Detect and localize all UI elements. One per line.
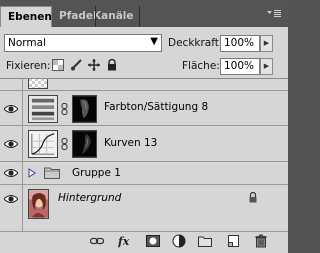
lock-all-icon[interactable] xyxy=(106,59,118,71)
opacity-slider-button[interactable]: ▶ xyxy=(260,35,273,52)
eye-icon[interactable] xyxy=(4,194,18,204)
fill-label: Fläche: xyxy=(182,60,220,72)
visibility-cell[interactable] xyxy=(0,162,23,184)
fill-input[interactable]: 100% xyxy=(220,58,260,75)
lock-pixels-brush-icon[interactable] xyxy=(70,59,82,71)
visibility-cell[interactable] xyxy=(0,126,23,161)
layer-style-fx-icon[interactable]: fx xyxy=(118,234,132,248)
blend-mode-value: Normal xyxy=(8,37,46,49)
layer-name[interactable]: Farbton/Sättigung 8 xyxy=(104,101,208,113)
folder-icon xyxy=(44,167,60,179)
blend-mode-select[interactable]: Normal ▼ xyxy=(4,34,162,52)
layer-mask-thumbnail[interactable] xyxy=(72,95,97,123)
visibility-cell[interactable] xyxy=(0,79,23,90)
svg-text:fx: fx xyxy=(118,235,130,248)
link-layers-icon[interactable] xyxy=(90,234,104,248)
expand-triangle-icon[interactable] xyxy=(28,168,36,178)
opacity-input[interactable]: 100% xyxy=(220,35,260,52)
layer-name[interactable]: Kurven 13 xyxy=(104,137,157,149)
layers-panel: Kanäle Pfade Ebenen Normal ▼ Deckkraft: … xyxy=(0,0,288,253)
visibility-cell[interactable] xyxy=(0,91,23,125)
lock-icon xyxy=(249,192,257,203)
chain-link-icon[interactable] xyxy=(61,138,68,150)
add-mask-icon[interactable] xyxy=(146,234,160,248)
delete-layer-trash-icon[interactable] xyxy=(254,234,268,248)
layer-name[interactable]: Gruppe 1 xyxy=(72,167,121,179)
panel-menu-button[interactable] xyxy=(266,8,282,22)
layer-row-curves[interactable]: Kurven 13 xyxy=(0,126,288,162)
lock-transparency-icon[interactable] xyxy=(52,59,64,71)
layer-name[interactable]: Hintergrund xyxy=(58,192,121,204)
new-group-folder-icon[interactable] xyxy=(198,234,212,248)
panel-bottom-bar xyxy=(0,231,288,253)
chevron-down-icon: ▼ xyxy=(150,36,158,47)
panel-tab-bar: Kanäle Pfade Ebenen xyxy=(0,0,288,27)
opacity-label: Deckkraft: xyxy=(168,37,223,49)
photo-thumbnail xyxy=(28,189,49,219)
chain-link-icon[interactable] xyxy=(61,103,68,115)
layer-row-partial[interactable] xyxy=(0,79,288,91)
layer-mask-thumbnail[interactable] xyxy=(72,130,97,158)
eye-icon[interactable] xyxy=(4,168,18,178)
new-layer-icon[interactable] xyxy=(226,234,240,248)
tab-paths[interactable]: Pfade xyxy=(52,6,96,27)
visibility-cell[interactable] xyxy=(0,185,23,232)
lock-label: Fixieren: xyxy=(6,60,51,72)
layer-row-background[interactable]: Hintergrund xyxy=(0,185,288,232)
adjustment-layer-icon[interactable] xyxy=(172,234,186,248)
eye-icon[interactable] xyxy=(4,104,18,114)
eye-icon[interactable] xyxy=(4,139,18,149)
adjustment-thumbnail-hue-saturation xyxy=(28,95,58,123)
adjustment-thumbnail-curves xyxy=(28,130,58,158)
layer-thumbnail xyxy=(28,79,48,89)
panel-menu-icon xyxy=(267,10,281,17)
lock-position-move-icon[interactable] xyxy=(88,59,100,71)
layer-row-group[interactable]: Gruppe 1 xyxy=(0,162,288,185)
tab-layers[interactable]: Ebenen xyxy=(0,6,52,27)
layers-list: Farbton/Sättigung 8 Kurven 13 Gruppe 1 H… xyxy=(0,78,288,232)
fill-slider-button[interactable]: ▶ xyxy=(260,58,273,75)
layer-row-hue-saturation[interactable]: Farbton/Sättigung 8 xyxy=(0,91,288,126)
